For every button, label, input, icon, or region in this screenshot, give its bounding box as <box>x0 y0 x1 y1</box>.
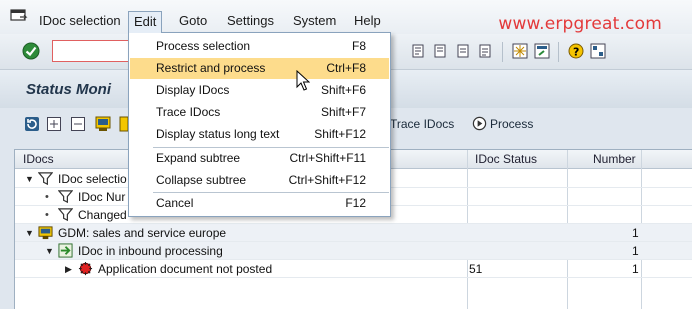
menu-edit[interactable]: Edit <box>128 11 163 33</box>
trace-idocs-button[interactable]: Trace IDocs <box>390 116 454 134</box>
menu-item-cancel[interactable]: Cancel F12 <box>130 193 389 214</box>
filter-icon <box>38 172 53 186</box>
filter-icon <box>58 190 73 204</box>
expand-icon[interactable] <box>46 116 62 132</box>
menu-item-display-idocs[interactable]: Display IDocs Shift+F6 <box>130 80 389 101</box>
menu-item-label: Expand subtree <box>156 151 241 165</box>
menu-item-shortcut: Ctrl+Shift+F12 <box>288 173 366 187</box>
page-title: Status Moni <box>26 81 111 98</box>
column-header-number[interactable]: Number <box>593 152 636 166</box>
menu-item-display-status-long-text[interactable]: Display status long text Shift+F12 <box>130 124 389 145</box>
find-next-icon[interactable] <box>433 43 449 59</box>
tree-row-number: 1 <box>632 262 639 276</box>
mouse-cursor-icon <box>296 70 310 91</box>
menu-item-label: Display IDocs <box>156 83 230 97</box>
menu-item-label: Process selection <box>156 39 251 53</box>
collapse-node-icon[interactable]: ▼ <box>25 228 34 238</box>
menu-item-label: Restrict and process <box>156 61 266 75</box>
collapse-node-icon[interactable]: ▼ <box>45 246 54 256</box>
tree-row-label: Changed <box>78 208 127 222</box>
menu-item-process-selection[interactable]: Process selection F8 <box>130 36 389 57</box>
menu-item-restrict-and-process[interactable]: Restrict and process Ctrl+F8 <box>130 58 389 79</box>
menu-goto[interactable]: Goto <box>174 11 212 31</box>
find-icon[interactable] <box>411 43 427 59</box>
tree-row[interactable]: ▶ Application document not posted 51 1 <box>15 260 692 278</box>
menu-item-shortcut: Shift+F12 <box>314 127 366 141</box>
edit-menu-dropdown: Process selection F8 Restrict and proces… <box>128 32 391 217</box>
tree-row[interactable]: ▼ GDM: sales and service europe 1 <box>15 224 692 242</box>
process-icon <box>472 116 487 131</box>
create-session-icon[interactable] <box>512 43 528 59</box>
tree-row-number: 1 <box>632 244 639 258</box>
layout-menu-icon[interactable] <box>590 43 606 59</box>
first-page-icon[interactable] <box>455 43 471 59</box>
help-icon[interactable]: ? <box>568 43 584 59</box>
toolbar-separator <box>502 42 503 62</box>
tree-row[interactable]: ▼ IDoc in inbound processing 1 <box>15 242 692 260</box>
tree-row-label: Application document not posted <box>98 262 273 276</box>
collapse-icon[interactable] <box>70 116 86 132</box>
process-label: Process <box>490 117 534 131</box>
menu-bar: IDoc selection Edit Goto Settings System… <box>0 0 692 34</box>
menu-item-trace-idocs[interactable]: Trace IDocs Shift+F7 <box>130 102 389 123</box>
tree-row-label: IDoc selectio <box>58 172 127 186</box>
menu-item-label: Trace IDocs <box>156 105 221 119</box>
error-status-icon <box>78 261 93 276</box>
tree-row-label: IDoc Nur <box>78 190 126 204</box>
inbound-icon <box>58 243 73 258</box>
svg-text:?: ? <box>573 46 579 59</box>
tree-row-status: 51 <box>469 262 483 276</box>
menu-idoc-selection[interactable]: IDoc selection <box>34 11 126 31</box>
display-idocs-icon[interactable] <box>95 116 111 132</box>
partner-icon <box>38 226 53 240</box>
tree-row-number: 1 <box>632 226 639 240</box>
last-page-icon[interactable] <box>477 43 493 59</box>
menu-item-shortcut: Ctrl+F8 <box>326 61 366 75</box>
tree-row-label: GDM: sales and service europe <box>58 226 227 240</box>
menu-item-collapse-subtree[interactable]: Collapse subtree Ctrl+Shift+F12 <box>130 170 389 191</box>
menu-item-label: Collapse subtree <box>156 173 247 187</box>
toolbar-separator <box>558 42 559 62</box>
menu-item-shortcut: Shift+F7 <box>320 105 366 119</box>
system-menu-icon[interactable] <box>10 9 28 23</box>
refresh-icon[interactable] <box>24 116 40 132</box>
enter-check-icon[interactable] <box>22 42 40 60</box>
command-field[interactable] <box>52 40 130 62</box>
menu-item-shortcut: Shift+F6 <box>320 83 366 97</box>
column-header-idocs[interactable]: IDocs <box>23 152 54 166</box>
menu-item-expand-subtree[interactable]: Expand subtree Ctrl+Shift+F11 <box>130 148 389 169</box>
bullet-icon: • <box>45 209 49 221</box>
expand-node-icon[interactable]: ▶ <box>65 264 72 275</box>
collapse-node-icon[interactable]: ▼ <box>25 174 34 184</box>
menu-help[interactable]: Help <box>349 11 386 31</box>
menu-item-label: Cancel <box>156 196 194 210</box>
bullet-icon: • <box>45 191 49 203</box>
menu-item-shortcut: F8 <box>351 39 366 53</box>
filter-icon <box>58 208 73 222</box>
tree-row-label: IDoc in inbound processing <box>78 244 223 258</box>
process-button[interactable]: Process <box>472 116 533 134</box>
menu-system[interactable]: System <box>288 11 341 31</box>
menu-settings[interactable]: Settings <box>222 11 279 31</box>
watermark: www.erpgreat.com <box>498 14 662 34</box>
shortcut-icon[interactable] <box>534 43 550 59</box>
menu-item-shortcut: Ctrl+Shift+F11 <box>289 151 366 165</box>
menu-item-shortcut: F12 <box>345 196 366 210</box>
column-header-idoc-status[interactable]: IDoc Status <box>475 152 537 166</box>
menu-item-label: Display status long text <box>156 127 280 141</box>
